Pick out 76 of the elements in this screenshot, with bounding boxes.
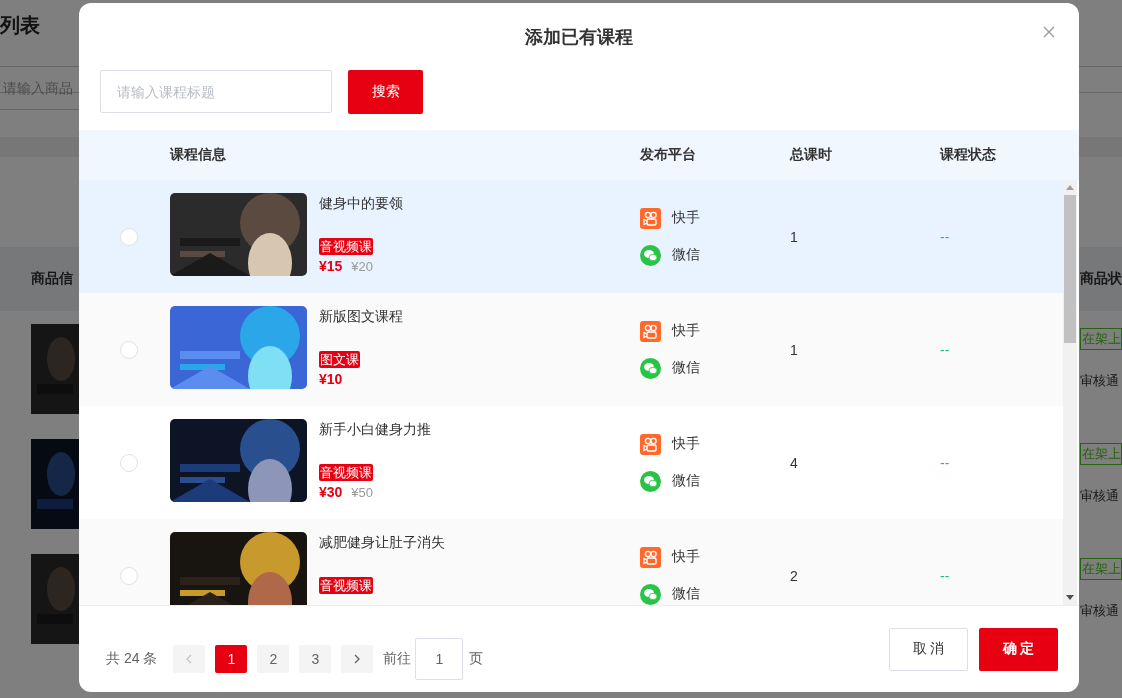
dialog-title: 添加已有课程 (525, 25, 633, 49)
column-header: 商品信 (31, 270, 73, 288)
course-type-tag: 音视频课 (319, 577, 373, 594)
table-row[interactable]: 健身中的要领 音视频课 ¥15 ¥20 快手 微信 1 -- (79, 180, 1063, 293)
status-tag: 在架上 (1080, 328, 1122, 350)
chat-icon (640, 583, 661, 605)
course-status: -- (940, 567, 950, 584)
page-button[interactable]: 3 (299, 645, 332, 673)
course-title: 新版图文课程 (319, 307, 403, 326)
lesson-count: 1 (790, 341, 798, 358)
course-type-tag: 音视频课 (319, 464, 373, 481)
review-status: 审核通 (1080, 602, 1120, 620)
confirm-button[interactable]: 确 定 (979, 627, 1058, 671)
price: ¥30 (319, 484, 343, 500)
platform-name: 微信 (672, 246, 700, 264)
page-button[interactable]: 2 (257, 645, 290, 673)
platform-name: 微信 (672, 585, 700, 603)
goto-label: 前往 (383, 650, 412, 668)
platform-name: 微信 (672, 472, 700, 490)
platform-name: 快手 (672, 209, 700, 227)
radio-button[interactable] (119, 227, 138, 246)
chat-icon (640, 470, 661, 492)
course-type-tag: 图文课 (319, 351, 360, 368)
course-title: 健身中的要领 (319, 194, 403, 213)
review-status: 审核通 (1080, 487, 1120, 505)
lesson-count: 4 (790, 454, 798, 471)
page-label: 页 (469, 650, 484, 668)
page-button[interactable]: 1 (215, 645, 248, 673)
platform-name: 快手 (672, 322, 700, 340)
chevron-left-icon (186, 654, 193, 664)
scroll-down-icon[interactable] (1066, 595, 1074, 600)
radio-button[interactable] (119, 566, 138, 585)
review-status: 审核通 (1080, 372, 1120, 390)
radio-button[interactable] (119, 340, 138, 359)
price: ¥15 (319, 258, 343, 274)
camera-icon (640, 207, 661, 229)
column-header: 总课时 (790, 146, 833, 164)
table-row[interactable]: 减肥健身让肚子消失 音视频课 快手 微信 2 -- (79, 519, 1063, 605)
column-header: 商品状 (1080, 270, 1122, 288)
chat-icon (640, 357, 661, 379)
radio-button[interactable] (119, 453, 138, 472)
cancel-button[interactable]: 取 消 (889, 627, 968, 671)
price: ¥10 (319, 371, 343, 387)
column-header: 发布平台 (640, 146, 697, 164)
platform-name: 微信 (672, 359, 700, 377)
status-tag: 在架上 (1080, 558, 1122, 580)
original-price: ¥50 (351, 485, 374, 500)
scroll-up-icon[interactable] (1066, 185, 1074, 190)
page-title: 列表 (0, 14, 40, 36)
platform-name: 快手 (672, 548, 700, 566)
page-number-field[interactable]: 1 (415, 638, 464, 680)
search-button[interactable]: 搜索 (348, 70, 423, 114)
course-type-tag: 音视频课 (319, 238, 373, 255)
next-page-button[interactable] (341, 645, 374, 673)
total-count: 共 24 条 (106, 650, 158, 668)
close-icon[interactable] (1043, 26, 1055, 38)
platform-name: 快手 (672, 435, 700, 453)
camera-icon (640, 546, 661, 568)
camera-icon (640, 320, 661, 342)
course-status: -- (940, 341, 950, 358)
course-status: -- (940, 454, 950, 471)
column-header: 课程状态 (940, 146, 997, 164)
table-row[interactable]: 新版图文课程 图文课 ¥10 快手 微信 1 -- (79, 293, 1063, 406)
original-price: ¥20 (351, 259, 374, 274)
scrollbar[interactable] (1063, 180, 1077, 605)
chevron-right-icon (354, 654, 361, 664)
column-header: 课程信息 (170, 146, 227, 164)
course-title: 新手小白健身力推 (319, 420, 431, 439)
search-field[interactable]: 请输入课程标题 (100, 70, 332, 113)
status-tag: 在架上 (1080, 443, 1122, 465)
camera-icon (640, 433, 661, 455)
lesson-count: 2 (790, 567, 798, 584)
course-status: -- (940, 228, 950, 245)
lesson-count: 1 (790, 228, 798, 245)
course-title: 减肥健身让肚子消失 (319, 533, 445, 552)
chat-icon (640, 244, 661, 266)
